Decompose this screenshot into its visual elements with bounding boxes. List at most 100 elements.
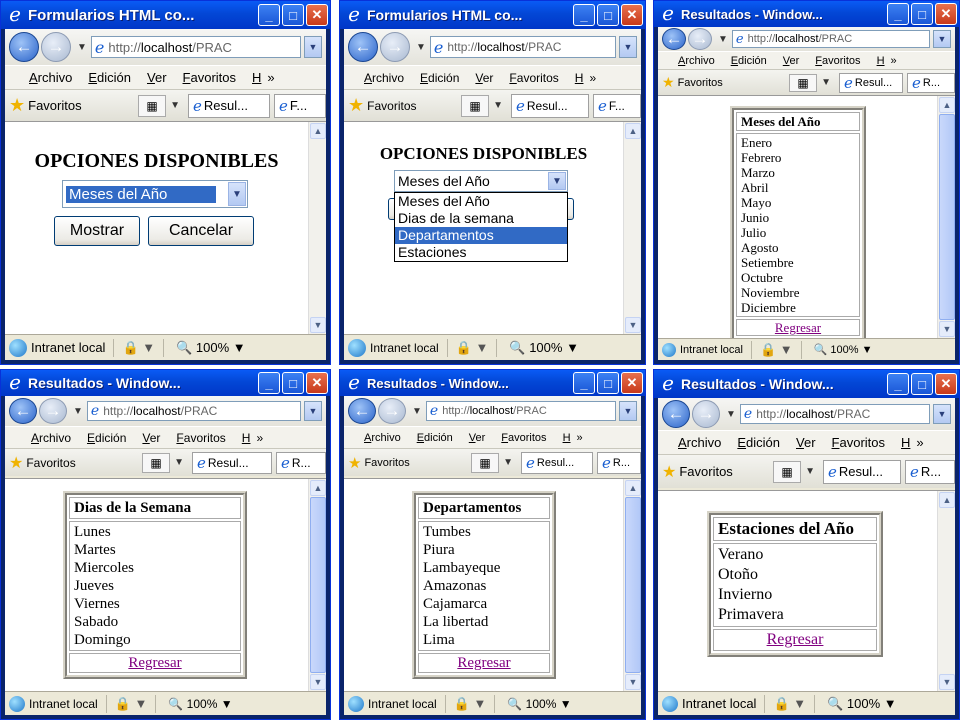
title-bar[interactable]: e Resultados - Window... _ □ ✕ xyxy=(1,370,330,396)
menu-ayuda[interactable]: H xyxy=(252,70,261,85)
menu-archivo[interactable]: Archivo xyxy=(31,431,71,445)
back-arrow-icon[interactable]: ← xyxy=(662,28,686,50)
address-dropdown-icon[interactable]: ▼ xyxy=(304,401,322,421)
forward-arrow-icon[interactable]: → xyxy=(41,32,71,62)
menu-archivo[interactable]: Archivo xyxy=(364,432,401,444)
back-arrow-icon[interactable]: ← xyxy=(662,400,690,428)
close-button[interactable]: ✕ xyxy=(935,3,957,25)
menu-favoritos[interactable]: Favoritos xyxy=(501,432,546,444)
back-arrow-icon[interactable]: ← xyxy=(9,398,37,424)
title-bar[interactable]: e Resultados - Window... _ □ ✕ xyxy=(654,370,959,398)
tab-resultados[interactable]: e R... xyxy=(597,451,641,474)
menu-favoritos[interactable]: Favoritos xyxy=(509,71,558,85)
close-button[interactable]: ✕ xyxy=(621,372,643,394)
zoom-level[interactable]: 🔍 100% ▼ xyxy=(827,696,897,712)
tab-resultados[interactable]: e Resul... xyxy=(511,93,589,118)
close-button[interactable]: ✕ xyxy=(306,372,328,394)
maximize-button[interactable]: □ xyxy=(282,372,304,394)
tab-list-dropdown-icon[interactable]: ▼ xyxy=(503,457,513,468)
back-link[interactable]: Regresar xyxy=(457,655,510,671)
minimize-button[interactable]: _ xyxy=(573,372,595,394)
address-dropdown-icon[interactable]: ▼ xyxy=(933,404,951,424)
tab-formularios[interactable]: e Resul... xyxy=(521,451,593,474)
option-estaciones[interactable]: Estaciones xyxy=(395,244,567,261)
forward-arrow-icon[interactable]: → xyxy=(39,398,67,424)
menu-edicion[interactable]: Edición xyxy=(420,71,459,85)
protected-mode-icon[interactable]: 🔒 ▼ xyxy=(115,696,148,712)
back-arrow-icon[interactable]: ← xyxy=(9,32,39,62)
minimize-button[interactable]: _ xyxy=(573,4,595,26)
menu-ayuda[interactable]: H xyxy=(901,435,910,450)
menu-ver[interactable]: Ver xyxy=(796,435,816,450)
title-bar[interactable]: e Resultados - Window... _ □ ✕ xyxy=(340,370,645,396)
address-dropdown-icon[interactable]: ▼ xyxy=(619,401,637,421)
forward-arrow-icon[interactable]: → xyxy=(380,32,410,62)
zoom-level[interactable]: 🔍 100% ▼ xyxy=(509,340,579,356)
vertical-scrollbar[interactable]: ▲ ▼ xyxy=(308,479,326,691)
address-dropdown-icon[interactable]: ▼ xyxy=(304,36,322,58)
menu-more-icon[interactable]: » xyxy=(267,70,274,85)
back-link[interactable]: Regresar xyxy=(767,631,824,648)
vertical-scrollbar[interactable]: ▲ ▼ xyxy=(623,122,641,334)
quick-tabs-icon[interactable]: ▦ xyxy=(789,73,818,92)
address-bar[interactable]: e http://localhost/PRAC xyxy=(739,404,930,424)
protected-mode-icon[interactable]: 🔒 ▼ xyxy=(773,696,806,712)
tab-resultados[interactable]: e Resul... xyxy=(188,93,270,118)
history-dropdown-icon[interactable]: ▼ xyxy=(77,42,87,53)
vertical-scrollbar[interactable]: ▲ ▼ xyxy=(937,491,955,691)
quick-tabs-icon[interactable]: ▦ xyxy=(773,460,802,483)
tab-list-dropdown-icon[interactable]: ▼ xyxy=(174,457,184,468)
menu-more-icon[interactable]: » xyxy=(891,55,897,67)
maximize-button[interactable]: □ xyxy=(911,373,933,395)
menu-ayuda[interactable]: H xyxy=(575,71,584,85)
history-dropdown-icon[interactable]: ▼ xyxy=(726,409,736,420)
protected-mode-icon[interactable]: 🔒 ▼ xyxy=(456,340,489,356)
protected-mode-icon[interactable]: 🔒 ▼ xyxy=(122,340,155,356)
options-select[interactable]: Meses del Año ▼ xyxy=(62,180,248,208)
menu-edicion[interactable]: Edición xyxy=(731,55,767,67)
zoom-level[interactable]: 🔍 100% ▼ xyxy=(814,343,873,356)
tab-resultados[interactable]: e R... xyxy=(905,459,955,484)
protected-mode-icon[interactable]: 🔒 ▼ xyxy=(454,696,487,712)
vertical-scrollbar[interactable]: ▲ ▼ xyxy=(937,96,955,338)
menu-edicion[interactable]: Edición xyxy=(88,70,131,85)
tab-formularios[interactable]: e Resul... xyxy=(192,451,272,474)
menu-edicion[interactable]: Edición xyxy=(737,435,780,450)
menu-ver[interactable]: Ver xyxy=(142,431,160,445)
menu-more-icon[interactable]: » xyxy=(256,431,263,445)
back-arrow-icon[interactable]: ← xyxy=(348,32,378,62)
tab-formularios[interactable]: e Resul... xyxy=(823,459,901,484)
menu-more-icon[interactable]: » xyxy=(589,71,596,85)
zoom-level[interactable]: 🔍 100% ▼ xyxy=(176,340,246,356)
tab-list-dropdown-icon[interactable]: ▼ xyxy=(805,466,815,477)
forward-arrow-icon[interactable]: → xyxy=(692,400,720,428)
address-bar[interactable]: e http://localhost/PRAC xyxy=(429,36,616,58)
favorites-button[interactable]: Favoritos xyxy=(364,457,409,469)
title-bar[interactable]: e Resultados - Window... _ □ ✕ xyxy=(654,1,959,27)
minimize-button[interactable]: _ xyxy=(258,4,280,26)
history-dropdown-icon[interactable]: ▼ xyxy=(718,34,728,45)
address-bar[interactable]: e http://localhost/PRAC xyxy=(425,401,616,421)
menu-archivo[interactable]: Archivo xyxy=(678,55,715,67)
option-departamentos[interactable]: Departamentos xyxy=(395,227,567,244)
favorites-button[interactable]: Favoritos xyxy=(679,464,732,479)
menu-ayuda[interactable]: H xyxy=(563,432,571,444)
zoom-level[interactable]: 🔍 100% ▼ xyxy=(168,697,232,711)
menu-ayuda[interactable]: H xyxy=(242,431,251,445)
history-dropdown-icon[interactable]: ▼ xyxy=(412,406,422,417)
minimize-button[interactable]: _ xyxy=(887,3,909,25)
back-arrow-icon[interactable]: ← xyxy=(348,398,376,424)
minimize-button[interactable]: _ xyxy=(887,373,909,395)
options-select[interactable]: Meses del Año ▼ xyxy=(394,170,568,192)
address-dropdown-icon[interactable]: ▼ xyxy=(619,36,637,58)
chevron-down-icon[interactable]: ▼ xyxy=(228,182,246,206)
menu-edicion[interactable]: Edición xyxy=(417,432,453,444)
option-dias[interactable]: Dias de la semana xyxy=(395,210,567,227)
menu-more-icon[interactable]: » xyxy=(577,432,583,444)
menu-archivo[interactable]: Archivo xyxy=(364,71,404,85)
tab-resultados[interactable]: e R... xyxy=(907,72,955,93)
menu-more-icon[interactable]: » xyxy=(916,435,923,450)
menu-ayuda[interactable]: H xyxy=(877,55,885,67)
tab-formularios[interactable]: e F... xyxy=(274,93,326,118)
address-bar[interactable]: e http://localhost/PRAC xyxy=(86,401,301,421)
